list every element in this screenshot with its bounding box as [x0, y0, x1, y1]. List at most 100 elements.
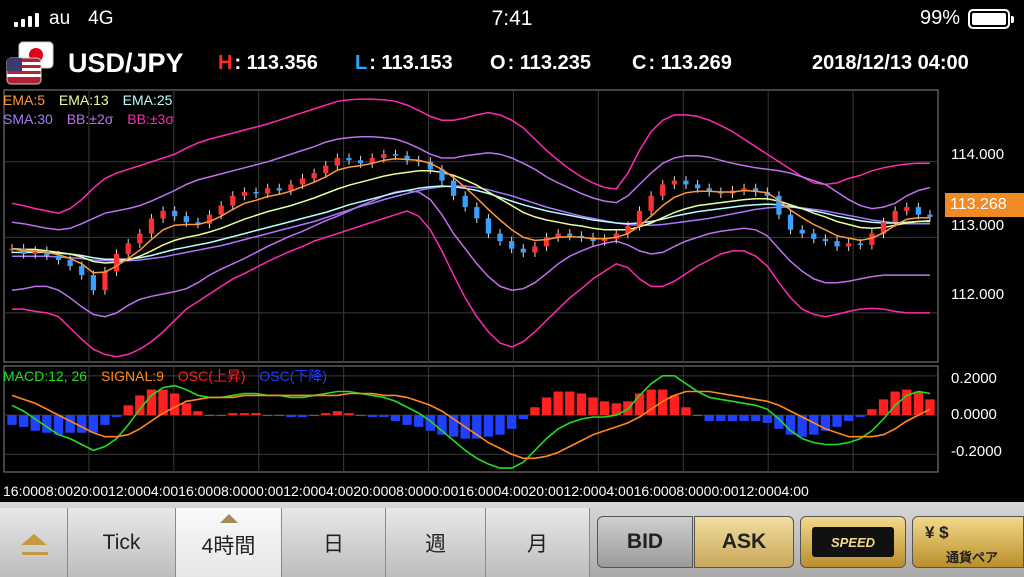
osc-bar: [181, 403, 191, 416]
bb2-lower-line: [11, 189, 930, 318]
candle-body: [148, 218, 155, 234]
osc-bar: [507, 415, 517, 429]
candle-body: [822, 238, 829, 242]
osc-bar: [843, 415, 854, 421]
osc-bar: [495, 415, 505, 435]
high-number: : 113.356: [234, 52, 318, 74]
osc-bar: [344, 413, 354, 416]
osc-bar: [576, 393, 587, 416]
ask-button[interactable]: ASK: [694, 516, 794, 568]
legend-bb3: BB:±3σ: [127, 111, 174, 127]
candle-body: [567, 233, 573, 236]
low-number: : 113.153: [369, 52, 453, 74]
candle-body: [799, 229, 805, 234]
tab-4h[interactable]: 4時間: [176, 508, 282, 577]
osc-bar: [402, 415, 412, 425]
osc-bar: [727, 415, 738, 421]
osc-bar: [599, 401, 610, 416]
currency-pair-button[interactable]: ¥ $ 通貨ペア: [912, 516, 1024, 568]
battery-icon: [968, 8, 1014, 29]
bottom-toolbar: Tick 4時間 日 週 月 BID ASK SPEED ¥ $ 通貨ペア: [0, 502, 1024, 577]
currency-pair-title[interactable]: USD/JPY: [68, 48, 184, 79]
price-tick-label: 113.000: [951, 217, 1005, 234]
legend-bb2: BB:±2σ: [66, 111, 114, 127]
osc-bar: [216, 415, 226, 417]
osc-bar: [867, 409, 877, 416]
osc-bar: [553, 391, 563, 416]
home-tab[interactable]: [0, 508, 68, 577]
tab-month[interactable]: 月: [486, 508, 590, 577]
macd-tick-label: 0.2000: [951, 370, 997, 387]
osc-bar: [170, 393, 180, 416]
speed-order-button[interactable]: SPEED: [800, 516, 906, 568]
osc-bar: [309, 415, 319, 417]
candle-body: [113, 253, 120, 272]
osc-bar: [692, 415, 703, 417]
osc-bar: [832, 415, 842, 427]
bar-datetime: 2018/12/13 04:00: [812, 52, 969, 74]
osc-bar: [530, 407, 540, 416]
currency-flags-icon[interactable]: [5, 40, 57, 86]
osc-bar: [332, 411, 343, 416]
candle-body: [323, 165, 329, 174]
open-number: : 113.235: [507, 52, 591, 74]
osc-bar: [123, 405, 133, 416]
open-value: O: 113.235: [490, 52, 591, 75]
osc-bar: [65, 415, 75, 433]
osc-bar: [390, 415, 401, 421]
quote-header: USD/JPY H: 113.356 L: 113.153 O: 113.235…: [0, 38, 1024, 86]
candle-body: [787, 214, 794, 230]
tab-week[interactable]: 週: [386, 508, 486, 577]
candle-body: [915, 207, 922, 215]
indicator-legend: EMA:5 EMA:13 EMA:25 SMA:30 BB:±2σ BB:±3σ: [3, 91, 184, 129]
candle-body: [102, 271, 108, 291]
candle-body: [90, 275, 96, 291]
candle-body: [450, 180, 457, 196]
osc-bar: [297, 415, 308, 418]
legend-osc-down: OSC(下降): [259, 368, 328, 384]
tab-tick[interactable]: Tick: [68, 508, 176, 577]
close-value: C: 113.269: [632, 52, 732, 75]
tab-day[interactable]: 日: [282, 508, 386, 577]
osc-bar: [565, 391, 575, 416]
legend-ema25: EMA:25: [122, 92, 173, 108]
candle-body: [346, 158, 352, 161]
candle-body: [241, 192, 248, 196]
osc-bar: [111, 415, 122, 418]
candle-body: [811, 233, 817, 239]
candle-body: [694, 184, 701, 189]
bid-button[interactable]: BID: [597, 516, 693, 568]
osc-bar: [588, 397, 598, 416]
macd-tick-label: 0.0000: [951, 406, 997, 423]
candle-body: [334, 158, 340, 166]
candle-body: [485, 218, 492, 234]
candle-body: [392, 154, 399, 156]
candle-body: [183, 216, 189, 223]
osc-bar: [716, 415, 726, 421]
osc-bar: [7, 415, 17, 425]
osc-bar: [77, 415, 87, 433]
osc-bar: [762, 415, 772, 423]
osc-bar: [518, 415, 528, 419]
low-value: L: 113.153: [355, 52, 453, 75]
osc-bar: [251, 413, 261, 416]
candle-body: [311, 173, 317, 179]
candle-body: [927, 214, 933, 217]
candle-body: [67, 260, 73, 267]
high-key: H: [218, 52, 233, 74]
legend-osc-up: OSC(上昇): [177, 368, 246, 384]
osc-bar: [669, 395, 680, 416]
candle-body: [474, 207, 480, 219]
close-key: C: [632, 52, 647, 74]
open-key: O: [490, 52, 506, 74]
osc-bar: [88, 415, 99, 433]
candle-body: [218, 205, 224, 215]
osc-bar: [704, 415, 714, 421]
osc-bar: [785, 415, 796, 435]
osc-bar: [541, 397, 552, 416]
price-chart[interactable]: [0, 86, 1024, 486]
candle-body: [834, 241, 840, 247]
candle-body: [462, 195, 468, 208]
osc-bar: [321, 413, 331, 416]
osc-bar: [658, 389, 668, 416]
